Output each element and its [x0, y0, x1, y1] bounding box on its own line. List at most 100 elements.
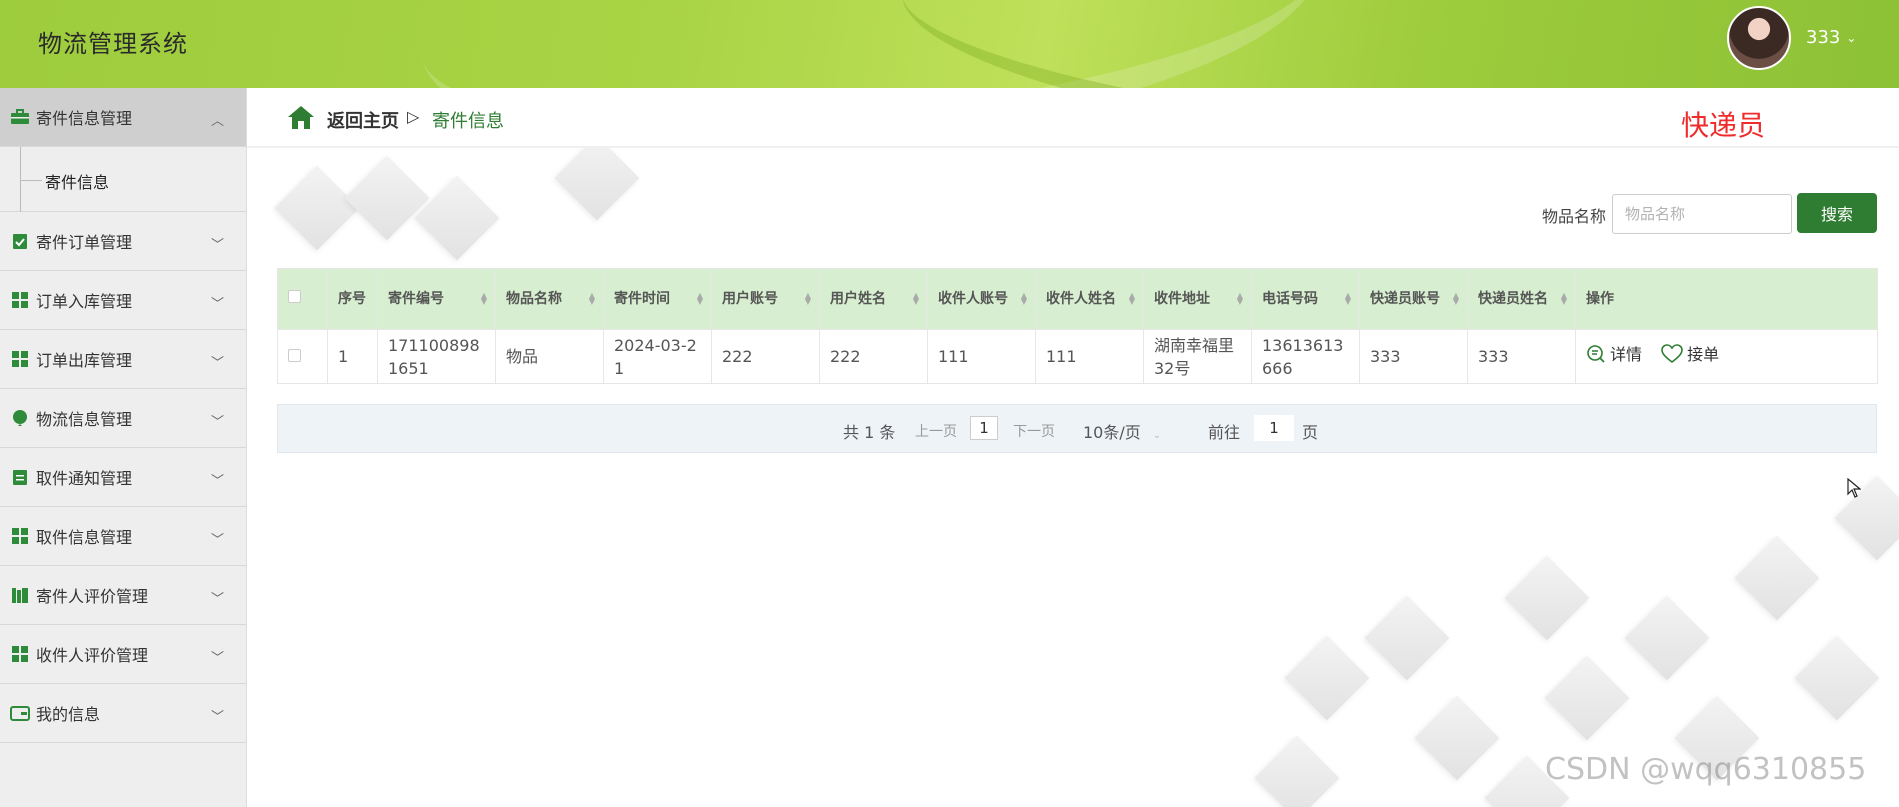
accept-order-button[interactable]: 接单: [1661, 343, 1719, 366]
sort-icon[interactable]: ▲ ▼: [1561, 292, 1567, 306]
chevron-up-icon: ︿: [210, 114, 224, 129]
breadcrumb: 返回主页 ▷ 寄件信息 快递员: [247, 88, 1899, 148]
sidebar-item-sender-review[interactable]: 寄件人评价管理 ﹀: [0, 566, 246, 625]
column-label: 操作: [1586, 291, 1614, 307]
chevron-down-icon: ﹀: [210, 356, 224, 371]
sidebar-item-label: 订单入库管理: [36, 292, 133, 311]
user-menu[interactable]: 333 ⌄: [1806, 27, 1856, 48]
prev-page-button[interactable]: 上一页: [915, 421, 957, 441]
sort-icon[interactable]: ▲ ▼: [481, 292, 487, 306]
sidebar-item-send-info[interactable]: 寄件信息管理 ︿: [0, 88, 246, 147]
sidebar-item-pickup-notice[interactable]: 取件通知管理 ﹀: [0, 448, 246, 507]
sort-icon[interactable]: ▲ ▼: [697, 292, 703, 306]
column-header[interactable]: 快递员姓名 ▲ ▼: [1467, 268, 1576, 330]
chevron-down-icon: ﹀: [210, 238, 224, 253]
background-tile: [1364, 595, 1450, 681]
cell-item: 物品: [495, 329, 604, 384]
sidebar: 寄件信息管理 ︿ 寄件信息 寄件订单管理 ﹀ 订单入库管理 ﹀ 订单出库管理 ﹀…: [0, 88, 247, 807]
column-label: 寄件时间: [614, 291, 670, 307]
goto-page-input[interactable]: 1: [1254, 415, 1294, 441]
page-size-select[interactable]: 10条/页 ⌄: [1083, 419, 1161, 443]
cell-text: 2024-03-21: [614, 335, 697, 378]
grid-icon: [12, 292, 28, 308]
sort-icon[interactable]: ▲ ▼: [1129, 292, 1135, 306]
column-header[interactable]: 快递员账号 ▲ ▼: [1359, 268, 1468, 330]
column-header[interactable]: 收件地址 ▲ ▼: [1143, 268, 1252, 330]
column-header[interactable]: 用户账号 ▲ ▼: [711, 268, 820, 330]
sidebar-item-label: 收件人评价管理: [36, 646, 149, 665]
sidebar-item-inbound[interactable]: 订单入库管理 ﹀: [0, 271, 246, 330]
watermark: CSDN @wqq6310855: [1545, 752, 1867, 787]
pagination: 共 1 条 上一页 1 下一页 10条/页 ⌄ 前往 1 页: [277, 404, 1877, 453]
background-tile: [1254, 735, 1340, 807]
background-tile: [1834, 475, 1899, 561]
cell-text: 1711008981651: [388, 335, 480, 378]
column-header[interactable]: 物品名称 ▲ ▼: [495, 268, 604, 330]
tree-branch: [20, 180, 42, 181]
sidebar-item-logistics[interactable]: 物流信息管理 ﹀: [0, 389, 246, 448]
sidebar-item-pickup-info[interactable]: 取件信息管理 ﹀: [0, 507, 246, 566]
row-checkbox[interactable]: [288, 349, 301, 362]
accept-label: 接单: [1687, 344, 1720, 364]
chevron-down-icon: ⌄: [1846, 30, 1857, 45]
column-header: 操作: [1575, 268, 1878, 330]
heart-icon: [1661, 344, 1683, 364]
sort-icon[interactable]: ▲ ▼: [1345, 292, 1351, 306]
sidebar-subitem-send-info[interactable]: 寄件信息: [45, 169, 109, 193]
cell-courier-name: 333: [1467, 329, 1576, 384]
sort-icon[interactable]: ▲ ▼: [805, 292, 811, 306]
column-header[interactable]: 寄件编号 ▲ ▼: [377, 268, 496, 330]
chevron-down-icon: ﹀: [210, 710, 224, 725]
column-header: 序号: [327, 268, 378, 330]
sidebar-item-outbound[interactable]: 订单出库管理 ﹀: [0, 330, 246, 389]
chevron-down-icon: ﹀: [210, 415, 224, 430]
chevron-down-icon: ﹀: [210, 533, 224, 548]
main-content: 返回主页 ▷ 寄件信息 快递员 物品名称 搜索 序号 寄件编号 ▲▼ 物品名称 ▲▼…: [247, 88, 1899, 807]
home-icon[interactable]: [287, 104, 315, 130]
avatar[interactable]: [1727, 6, 1791, 70]
select-all-checkbox[interactable]: [288, 290, 301, 303]
sidebar-item-label: 寄件人评价管理: [36, 587, 149, 606]
column-label: 用户姓名: [830, 291, 886, 307]
role-label: 快递员: [1681, 109, 1766, 142]
column-header[interactable]: 用户姓名 ▲ ▼: [819, 268, 928, 330]
search-button[interactable]: 搜索: [1797, 193, 1877, 233]
sidebar-item-send-orders[interactable]: 寄件订单管理 ﹀: [0, 212, 246, 271]
sort-icon[interactable]: ▲ ▼: [1237, 292, 1243, 306]
clipboard-check-icon: [13, 234, 27, 249]
background-tile: [1504, 555, 1590, 641]
cell-courier-account: 333: [1359, 329, 1468, 384]
sidebar-item-receiver-review[interactable]: 收件人评价管理 ﹀: [0, 625, 246, 684]
column-header[interactable]: 收件人账号 ▲ ▼: [927, 268, 1036, 330]
sort-icon[interactable]: ▲ ▼: [913, 292, 919, 306]
column-header[interactable]: 寄件时间 ▲ ▼: [603, 268, 712, 330]
sort-icon[interactable]: ▲ ▼: [1021, 292, 1027, 306]
sort-icon[interactable]: ▲ ▼: [1453, 292, 1459, 306]
breadcrumb-home-link[interactable]: 返回主页: [327, 107, 399, 133]
next-page-button[interactable]: 下一页: [1013, 421, 1055, 441]
grid-icon: [12, 528, 28, 544]
chevron-down-icon: ﹀: [210, 651, 224, 666]
sort-icon[interactable]: ▲ ▼: [589, 292, 595, 306]
column-label: 收件地址: [1154, 291, 1210, 307]
table-row: 1 1711008981651 物品 2024-03-21 222 222 11…: [277, 329, 1878, 384]
detail-button[interactable]: 详情: [1586, 343, 1642, 366]
column-header[interactable]: 收件人姓名 ▲ ▼: [1035, 268, 1144, 330]
column-header[interactable]: 电话号码 ▲ ▼: [1251, 268, 1360, 330]
books-icon: [12, 588, 28, 603]
goto-label: 前往: [1208, 423, 1241, 442]
sidebar-item-my-info[interactable]: 我的信息 ﹀: [0, 684, 246, 743]
balloon-icon: [13, 410, 27, 426]
background-tile: [1734, 535, 1820, 621]
chevron-down-icon: ⌄: [1152, 430, 1162, 441]
search-input[interactable]: [1612, 194, 1792, 234]
column-label: 寄件编号: [388, 291, 444, 307]
column-label: 用户账号: [722, 291, 778, 307]
cell-text: 湖南幸福里32号: [1154, 335, 1235, 378]
chevron-down-icon: ﹀: [210, 297, 224, 312]
detail-label: 详情: [1610, 344, 1643, 364]
breadcrumb-separator: ▷: [407, 107, 420, 126]
page-number[interactable]: 1: [970, 416, 998, 440]
sidebar-item-label: 订单出库管理: [36, 351, 133, 370]
pagination-total: 共 1 条: [843, 423, 896, 442]
